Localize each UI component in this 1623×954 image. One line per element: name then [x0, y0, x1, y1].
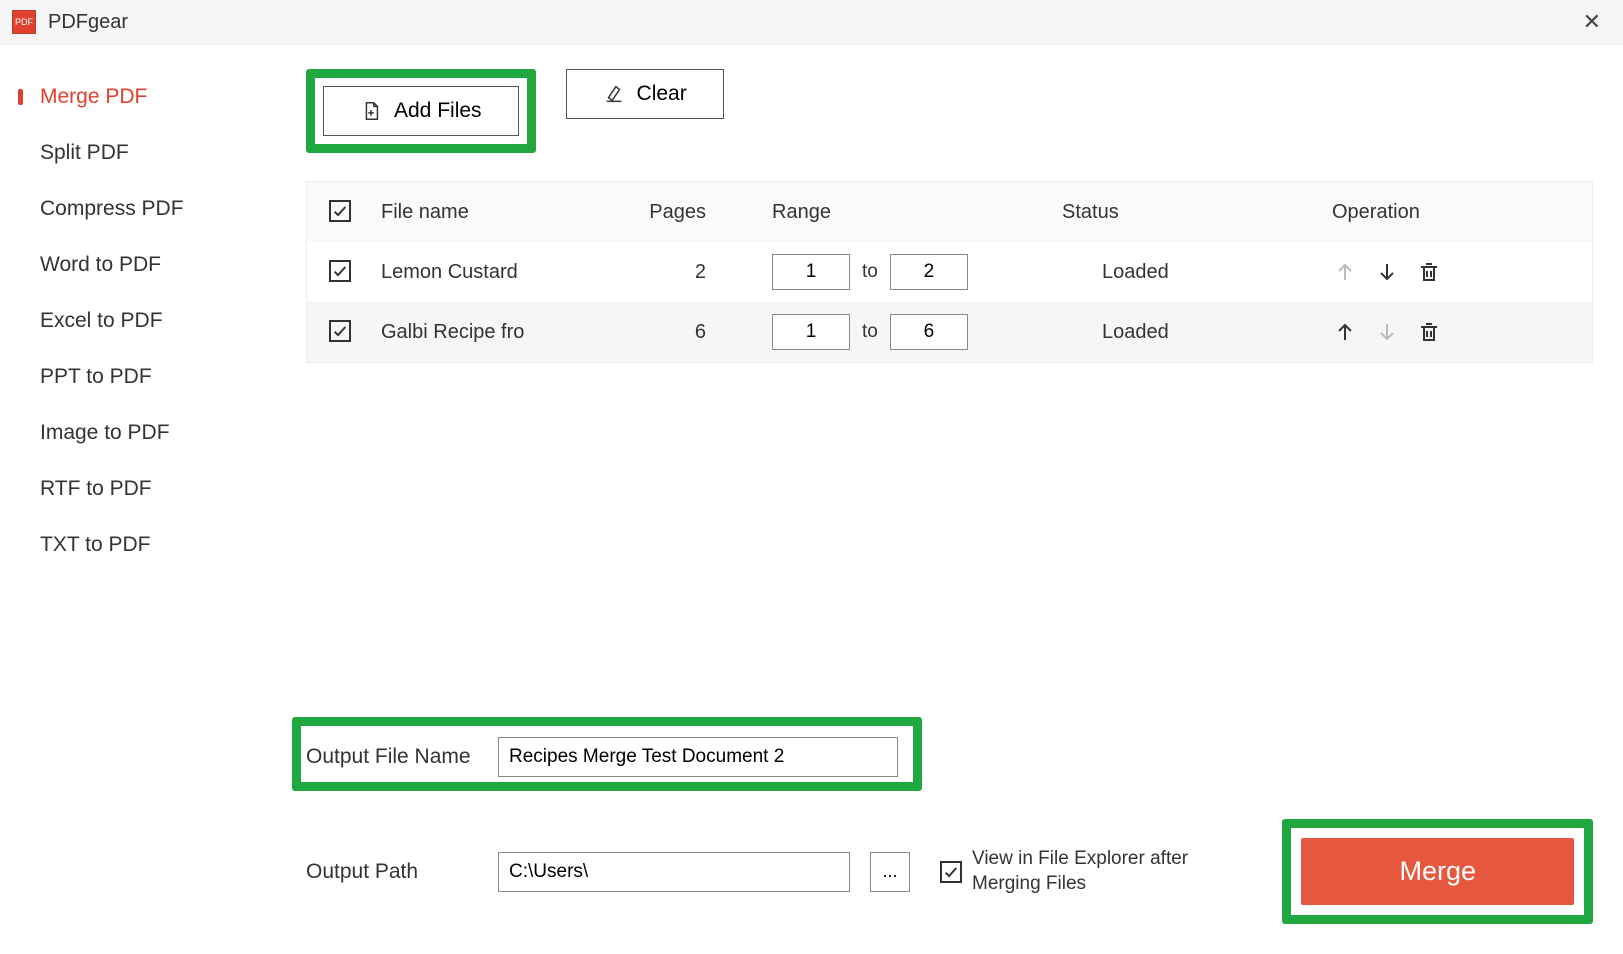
range-to-input[interactable] — [890, 314, 968, 350]
app-icon: PDF — [12, 10, 36, 34]
sidebar-item-label: RTF to PDF — [40, 477, 152, 500]
sidebar-item-label: Excel to PDF — [40, 309, 163, 332]
browse-label: ... — [882, 861, 897, 882]
sidebar-item-txt-to-pdf[interactable]: TXT to PDF — [0, 517, 300, 573]
delete-icon[interactable] — [1416, 259, 1442, 285]
highlight-add-files: Add Files — [306, 69, 536, 153]
col-filename: File name — [381, 201, 469, 224]
sidebar-item-excel-to-pdf[interactable]: Excel to PDF — [0, 293, 300, 349]
sidebar-item-label: Word to PDF — [40, 253, 161, 276]
sidebar-item-label: PPT to PDF — [40, 365, 152, 388]
col-range: Range — [772, 201, 831, 223]
col-operation: Operation — [1332, 201, 1420, 223]
sidebar-item-split-pdf[interactable]: Split PDF — [0, 125, 300, 181]
output-filename-label: Output File Name — [306, 745, 478, 769]
app-title: PDFgear — [48, 11, 128, 34]
browse-button[interactable]: ... — [870, 852, 910, 892]
delete-icon[interactable] — [1416, 319, 1442, 345]
table-row: Lemon Custard 2 to Loaded — [307, 242, 1592, 302]
select-all-checkbox[interactable] — [329, 200, 351, 222]
file-name: Lemon Custard — [381, 261, 518, 284]
output-path-input[interactable] — [498, 852, 850, 892]
sidebar-item-word-to-pdf[interactable]: Word to PDF — [0, 237, 300, 293]
merge-button[interactable]: Merge — [1301, 838, 1574, 905]
file-table: File name Pages Range Status Operation L… — [306, 181, 1593, 363]
sidebar-item-label: Split PDF — [40, 141, 129, 164]
sidebar-item-ppt-to-pdf[interactable]: PPT to PDF — [0, 349, 300, 405]
col-pages: Pages — [649, 201, 706, 223]
range-to-label: to — [862, 261, 878, 283]
clear-button[interactable]: Clear — [566, 69, 724, 119]
range-from-input[interactable] — [772, 314, 850, 350]
table-header: File name Pages Range Status Operation — [307, 182, 1592, 242]
sidebar-item-compress-pdf[interactable]: Compress PDF — [0, 181, 300, 237]
close-icon[interactable]: ✕ — [1573, 5, 1611, 39]
range-from-input[interactable] — [772, 254, 850, 290]
row-checkbox[interactable] — [329, 320, 351, 342]
sidebar-item-rtf-to-pdf[interactable]: RTF to PDF — [0, 461, 300, 517]
clear-label: Clear — [637, 82, 687, 106]
sidebar-item-label: TXT to PDF — [40, 533, 150, 556]
output-path-label: Output Path — [306, 860, 478, 884]
file-name: Galbi Recipe fro — [381, 321, 524, 344]
sidebar-item-label: Image to PDF — [40, 421, 170, 444]
sidebar-item-merge-pdf[interactable]: Merge PDF — [0, 69, 300, 125]
output-filename-input[interactable] — [498, 737, 898, 777]
sidebar-item-image-to-pdf[interactable]: Image to PDF — [0, 405, 300, 461]
view-in-explorer-checkbox[interactable] — [940, 861, 962, 883]
sidebar: Merge PDF Split PDF Compress PDF Word to… — [0, 45, 300, 954]
merge-label: Merge — [1399, 856, 1476, 886]
file-pages: 6 — [695, 321, 706, 343]
file-pages: 2 — [695, 261, 706, 283]
file-status: Loaded — [1102, 261, 1169, 283]
clear-icon — [603, 83, 625, 105]
row-checkbox[interactable] — [329, 260, 351, 282]
move-down-icon[interactable] — [1374, 259, 1400, 285]
range-to-label: to — [862, 321, 878, 343]
file-status: Loaded — [1102, 321, 1169, 343]
col-status: Status — [1062, 201, 1119, 223]
highlight-merge: Merge — [1282, 819, 1593, 924]
move-up-icon — [1332, 259, 1358, 285]
add-files-label: Add Files — [394, 99, 482, 123]
add-files-button[interactable]: Add Files — [323, 86, 519, 136]
move-down-icon — [1374, 319, 1400, 345]
add-file-icon — [360, 100, 382, 122]
range-to-input[interactable] — [890, 254, 968, 290]
move-up-icon[interactable] — [1332, 319, 1358, 345]
sidebar-item-label: Compress PDF — [40, 197, 184, 220]
sidebar-item-label: Merge PDF — [40, 85, 147, 108]
view-in-explorer-label: View in File Explorer after Merging File… — [972, 847, 1232, 896]
titlebar: PDF PDFgear ✕ — [0, 0, 1623, 45]
table-row: Galbi Recipe fro 6 to Loaded — [307, 302, 1592, 362]
